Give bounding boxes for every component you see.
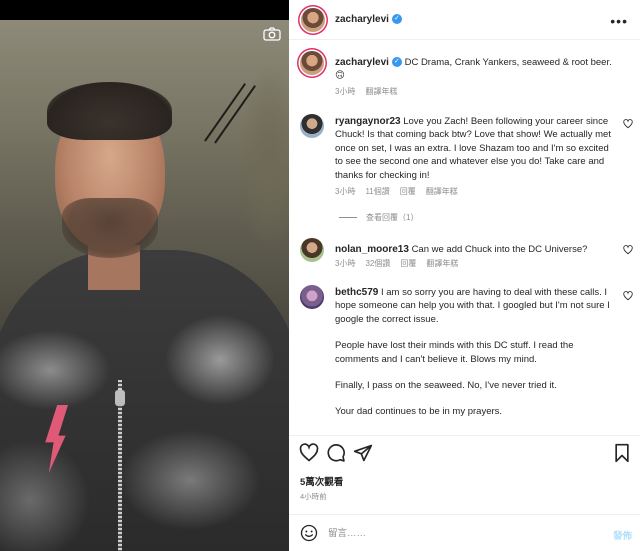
post-timestamp[interactable]: 4小時前 [300, 491, 327, 502]
comment-likes[interactable]: 32個讚 [365, 258, 390, 269]
more-icon[interactable]: ••• [610, 13, 628, 29]
action-bar [289, 443, 640, 465]
caption: zacharylevi ✓ DC Drama, Crank Yankers, se… [300, 51, 630, 96]
comment-likes[interactable]: 11個讚 [365, 186, 389, 197]
reply-button[interactable]: 回覆 [400, 258, 416, 269]
comment-username[interactable]: bethc579 [335, 287, 378, 298]
avatar[interactable] [301, 8, 325, 32]
comment-username[interactable]: nolan_moore13 [335, 244, 409, 255]
comment-time[interactable]: 3小時 [335, 186, 355, 197]
avatar[interactable] [300, 285, 324, 309]
bookmark-icon[interactable] [612, 443, 632, 463]
camera-icon [263, 27, 281, 41]
comment-icon[interactable] [326, 443, 346, 463]
avatar[interactable] [300, 114, 324, 138]
instagram-post-modal: zacharylevi ✓ ••• zacharylevi ✓ DC Drama, … [0, 0, 640, 551]
header-username[interactable]: zacharylevi [335, 14, 389, 25]
comment-item: nolan_moore13 Can we add Chuck into the … [300, 238, 633, 273]
comment-text: People have lost their minds with this D… [335, 340, 574, 365]
post-media[interactable] [0, 0, 289, 551]
comment-text: Can we add Chuck into the DC Universe? [411, 244, 588, 255]
comment-text: Finally, I pass on the seaweed. No, I've… [335, 380, 557, 392]
heart-icon[interactable] [299, 443, 319, 463]
avatar[interactable] [300, 238, 324, 262]
share-icon[interactable] [353, 443, 373, 463]
heart-icon[interactable] [623, 291, 633, 301]
comment-text: Your dad continues to be in my prayers. [335, 406, 503, 418]
comment-username[interactable]: ryangaynor23 [335, 116, 401, 127]
verified-icon: ✓ [391, 57, 402, 68]
comment-composer: 發佈 [289, 514, 640, 551]
emoji-icon[interactable] [300, 524, 318, 542]
view-replies-label: 查看回覆（1） [366, 213, 419, 222]
translate-button[interactable]: 翻譯年糕 [426, 258, 458, 269]
heart-icon[interactable] [623, 245, 633, 255]
comments-list[interactable]: zacharylevi ✓ DC Drama, Crank Yankers, se… [289, 41, 640, 435]
caption-time[interactable]: 3小時 [335, 86, 355, 97]
view-count[interactable]: 5萬次觀看 [300, 474, 343, 488]
caption-username[interactable]: zacharylevi [335, 57, 389, 68]
reply-button[interactable]: 回覆 [400, 186, 416, 197]
person-hoodie [0, 250, 289, 551]
heart-icon[interactable] [623, 119, 633, 129]
comment-time[interactable]: 3小時 [335, 258, 355, 269]
comment-input[interactable] [328, 524, 598, 542]
avatar[interactable] [300, 51, 324, 75]
comment-item: bethc579 I am so sorry you are having to… [300, 285, 633, 435]
video-frame[interactable] [0, 20, 289, 551]
translate-button[interactable]: 翻譯年糕 [426, 186, 458, 197]
caption-translate[interactable]: 翻譯年糕 [365, 86, 397, 97]
view-replies-button[interactable]: 查看回覆（1） [339, 212, 418, 223]
post-button[interactable]: 發佈 [613, 528, 632, 542]
post-header: zacharylevi ✓ ••• [289, 0, 640, 40]
post-sidebar: zacharylevi ✓ ••• zacharylevi ✓ DC Drama, … [289, 0, 640, 551]
verified-icon: ✓ [391, 14, 402, 25]
